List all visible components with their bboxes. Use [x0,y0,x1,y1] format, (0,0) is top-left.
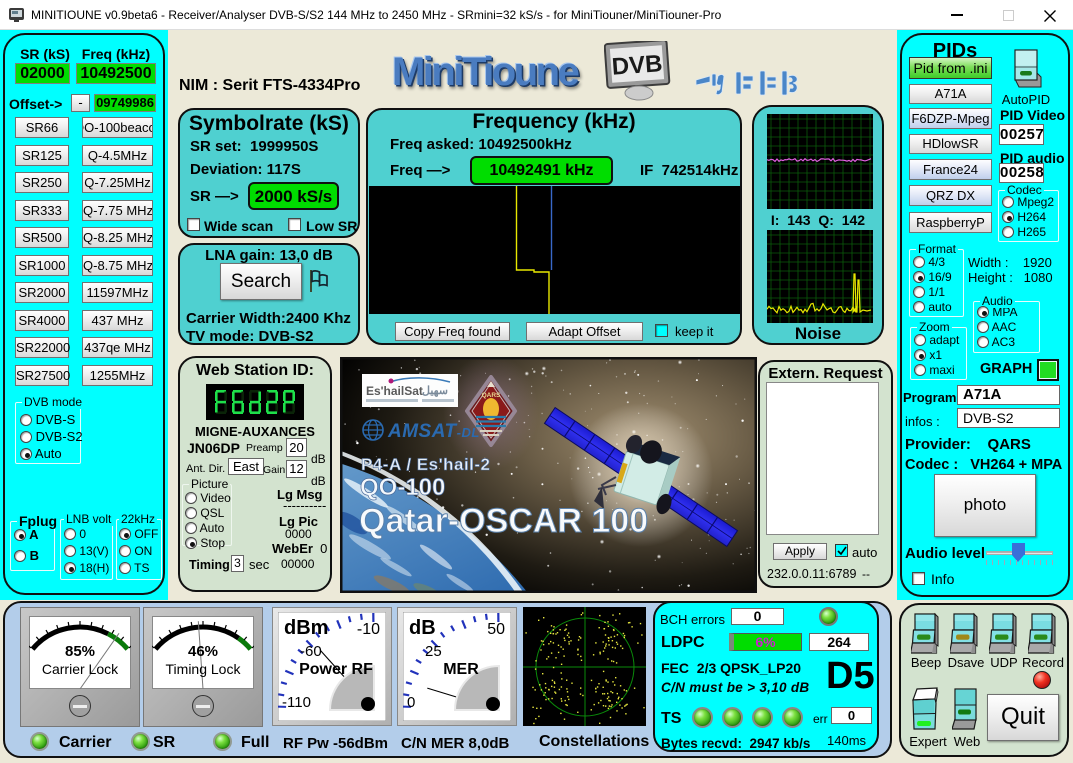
svg-text:MER: MER [443,661,479,678]
svg-text:50: 50 [487,621,505,638]
svg-text:Power RF: Power RF [299,661,373,678]
svg-text:QO-100: QO-100 [360,474,445,501]
svg-text:QARS: QARS [482,392,501,399]
svg-text:Carrier Lock: Carrier Lock [42,661,119,677]
svg-text:-110: -110 [282,694,311,711]
svg-text:سهيل: سهيل [422,385,448,397]
svg-text:46%: 46% [188,643,218,660]
svg-text:dB: dB [409,617,436,639]
svg-text:Timing Lock: Timing Lock [166,661,242,677]
svg-text:DVB: DVB [611,50,663,80]
svg-text:0: 0 [407,694,415,711]
svg-text:85%: 85% [65,643,95,660]
svg-text:P4-A / Es'hail-2: P4-A / Es'hail-2 [361,455,491,474]
svg-text:AMSAT-DL: AMSAT-DL [387,421,480,442]
svg-text:-10: -10 [357,621,380,638]
svg-text:-60: -60 [300,643,322,660]
svg-text:Es'hailSat: Es'hailSat [366,384,423,398]
svg-text:25: 25 [425,643,442,660]
svg-text:dBm: dBm [284,617,328,639]
svg-text:Qatar-OSCAR 100: Qatar-OSCAR 100 [359,502,648,540]
